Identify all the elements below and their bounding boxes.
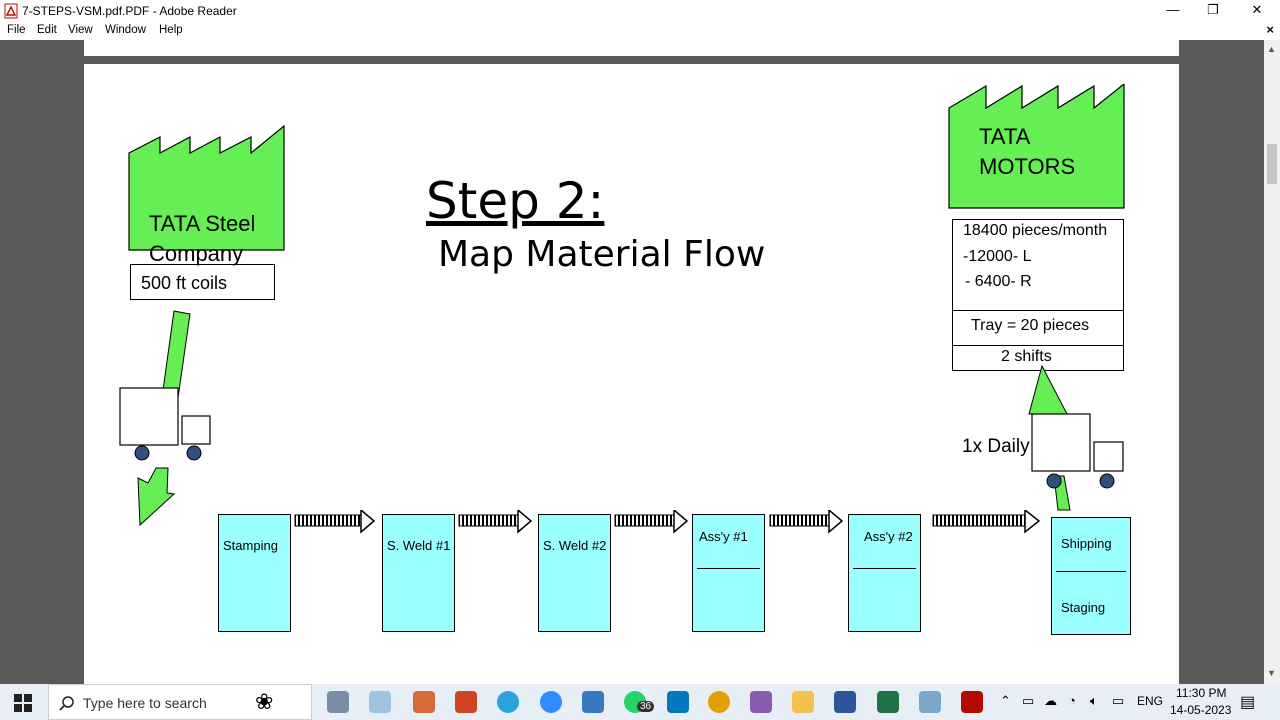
close-button[interactable]: ✕ xyxy=(1234,0,1280,22)
wifi-icon[interactable]: ◔ xyxy=(1068,693,1076,708)
whatsapp-badge: 36 xyxy=(637,701,655,712)
customer-data-box: 18400 pieces/month -12000- L - 6400- R T… xyxy=(952,219,1124,371)
process-box-sweld2: S. Weld #2 xyxy=(538,514,611,632)
process-box-assy2: Ass'y #2 xyxy=(848,514,921,632)
title-bar: 7-STEPS-VSM.pdf.PDF - Adobe Reader — ❐ ✕ xyxy=(0,0,1280,22)
menu-view[interactable]: View xyxy=(68,24,93,36)
taskbar-search-box[interactable]: Type here to search ❀ xyxy=(48,684,312,720)
search-placeholder: Type here to search xyxy=(83,695,207,711)
powerpoint-icon[interactable] xyxy=(455,691,477,713)
process-label: Ass'y #2 xyxy=(864,529,913,544)
process-label: S. Weld #2 xyxy=(543,538,607,553)
menu-file[interactable]: File xyxy=(7,24,26,36)
process-box-shipping: Shipping Staging xyxy=(1051,517,1131,635)
close-document-icon[interactable]: × xyxy=(1266,22,1274,37)
flowers-search-decoration-icon: ❀ xyxy=(255,689,274,714)
word-icon[interactable] xyxy=(834,691,856,713)
push-arrow xyxy=(614,510,689,534)
previous-page xyxy=(84,40,1179,56)
scrollbar-thumb[interactable] xyxy=(1267,144,1277,184)
right-demand-text: - 6400- R xyxy=(965,273,1032,290)
taskbar: Type here to search ❀ 36 ⌃ ▭ ☁ ◔ 🔈︎ ▭ EN… xyxy=(0,684,1280,720)
chrome-icon[interactable] xyxy=(708,691,730,713)
meet-now-icon[interactable]: ▭ xyxy=(1022,693,1034,709)
telegram-icon[interactable] xyxy=(497,691,519,713)
process-label: Ass'y #1 xyxy=(699,529,748,544)
outbound-truck-icon xyxy=(1031,413,1124,489)
left-demand-text: -12000- L xyxy=(963,248,1032,265)
menu-edit[interactable]: Edit xyxy=(37,24,57,36)
clock-time[interactable]: 11:30 PM xyxy=(1176,686,1226,700)
menu-bar: File Edit View Window Help × xyxy=(0,22,1280,40)
onedrive-icon[interactable]: ☁ xyxy=(1044,693,1057,709)
clock-date[interactable]: 14-05-2023 xyxy=(1170,703,1231,717)
clipchamp-icon[interactable] xyxy=(750,691,772,713)
language-indicator[interactable]: ENG xyxy=(1137,694,1163,708)
battery-icon[interactable]: ▭ xyxy=(1112,693,1124,709)
pdf-page: TATA Steel Company 500 ft coils Step 2: … xyxy=(84,64,1179,684)
excel-icon[interactable] xyxy=(877,691,899,713)
process-divider xyxy=(853,568,916,569)
process-label: Shipping xyxy=(1061,536,1112,551)
search-icon xyxy=(59,696,74,711)
push-arrow xyxy=(458,510,533,534)
notepad-icon[interactable] xyxy=(919,691,941,713)
data-box-divider xyxy=(953,310,1123,311)
scroll-up-icon[interactable]: ▲ xyxy=(1267,44,1276,54)
maximize-button[interactable]: ❐ xyxy=(1190,0,1236,22)
chevron-up-icon[interactable]: ⌃ xyxy=(1000,693,1011,709)
inbound-truck-icon xyxy=(119,387,211,461)
process-sub-label: Staging xyxy=(1061,600,1106,615)
windows-start-icon[interactable] xyxy=(14,694,32,712)
tray-text: Tray = 20 pieces xyxy=(971,317,1090,334)
snipping-tool-icon[interactable] xyxy=(413,691,435,713)
material-box: 500 ft coils xyxy=(130,264,275,300)
paint-icon[interactable] xyxy=(369,691,391,713)
process-divider xyxy=(1056,571,1126,572)
trello-icon[interactable] xyxy=(667,691,689,713)
push-arrow xyxy=(294,510,376,534)
menu-help[interactable]: Help xyxy=(159,24,183,36)
demand-text: 18400 pieces/month xyxy=(963,222,1108,239)
push-arrow xyxy=(769,510,844,534)
process-box-stamping: Stamping xyxy=(218,514,291,632)
adobe-reader-taskbar-icon[interactable] xyxy=(961,691,983,713)
notification-icon[interactable]: ▤ xyxy=(1240,692,1255,712)
supplier-name-line1: TATA Steel xyxy=(149,211,256,236)
volume-icon[interactable]: 🔈︎ xyxy=(1090,693,1098,709)
menu-window[interactable]: Window xyxy=(105,24,146,36)
zoom-icon[interactable] xyxy=(540,691,562,713)
process-box-assy1: Ass'y #1 xyxy=(692,514,765,632)
data-box-divider xyxy=(953,345,1123,346)
process-box-sweld1: S. Weld #1 xyxy=(382,514,455,632)
push-arrow xyxy=(932,510,1041,534)
scroll-down-icon[interactable]: ▼ xyxy=(1267,668,1276,678)
adobe-pdf-icon xyxy=(4,3,18,19)
material-label: 500 ft coils xyxy=(141,273,228,293)
document-viewer[interactable]: TATA Steel Company 500 ft coils Step 2: … xyxy=(0,40,1264,684)
process-label: S. Weld #1 xyxy=(387,538,451,553)
file-explorer-icon[interactable] xyxy=(792,691,814,713)
delivery-frequency: 1x Daily xyxy=(962,436,1030,457)
window-title: 7-STEPS-VSM.pdf.PDF - Adobe Reader xyxy=(22,4,237,18)
process-label: Stamping xyxy=(223,538,278,553)
process-divider xyxy=(697,568,760,569)
customer-name-line1: TATA xyxy=(979,124,1031,149)
vertical-scrollbar[interactable]: ▲ ▼ xyxy=(1264,40,1280,684)
customer-factory-icon xyxy=(948,84,1125,209)
customer-name-line2: MOTORS xyxy=(979,154,1076,179)
calculator-icon[interactable] xyxy=(327,691,349,713)
mail-icon[interactable] xyxy=(582,691,604,713)
step-subheading: Map Material Flow xyxy=(438,234,766,275)
step-heading: Step 2: xyxy=(426,172,605,230)
